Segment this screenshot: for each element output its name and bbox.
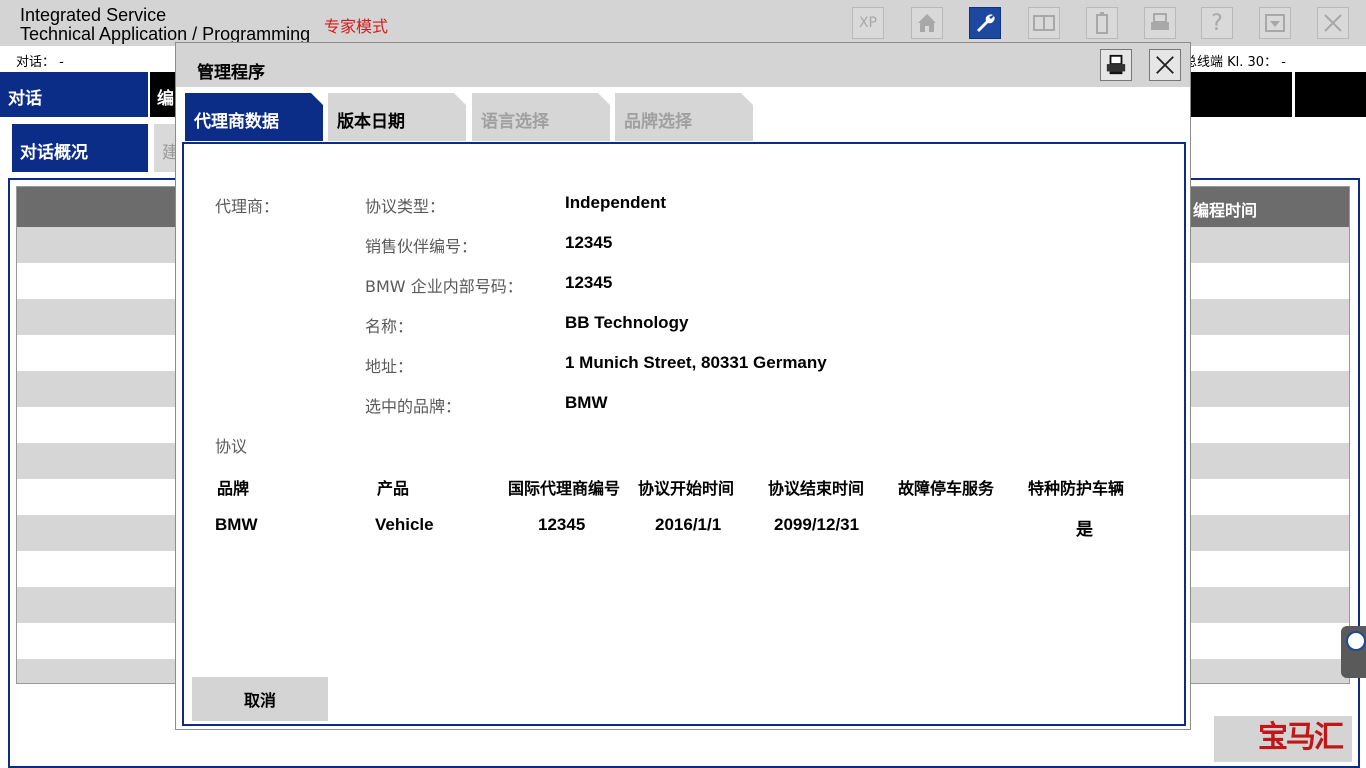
close-icon [1324, 14, 1342, 32]
table-header-breakdown-service: 故障停车服务 [898, 479, 995, 498]
main-tab-2-label: 编 [157, 89, 174, 109]
tab-brand-selection[interactable]: 品牌选择 [615, 93, 753, 141]
table-header-intl-dealer-number: 国际代理商编号 [508, 479, 621, 497]
tab-label: 语言选择 [481, 112, 549, 132]
bmw-internal-number-value: 12345 [565, 273, 613, 292]
field-label: 销售伙伴编号： [365, 237, 478, 256]
table-cell-brand: BMW [215, 515, 258, 534]
wrench-button[interactable] [969, 7, 1001, 39]
panel-button[interactable] [1028, 7, 1060, 39]
main-tab-label: 对话 [8, 89, 42, 109]
help-button[interactable]: ? [1201, 7, 1233, 39]
title-bar: Integrated Service Technical Application… [0, 0, 1366, 46]
grid-column-programming-time: 编程时间 [1193, 201, 1258, 220]
battery-icon [1096, 12, 1108, 34]
help-icon: ? [1211, 10, 1223, 36]
table-cell-product: Vehicle [375, 515, 434, 534]
dialog-status: 对话： - [16, 55, 64, 70]
address-value: 1 Munich Street, 80331 Germany [565, 353, 827, 372]
expert-mode-label: 专家模式 [324, 17, 389, 36]
dealer-data-panel: 代理商： 协议类型： Independent 销售伙伴编号： 12345 BMW… [182, 142, 1186, 726]
dialog-title: 管理程序 [197, 63, 265, 83]
xp-button[interactable]: XP [852, 7, 884, 39]
table-header-start-date: 协议开始时间 [638, 479, 735, 498]
field-label: 协议类型： [365, 197, 446, 216]
table-cell-intl-dealer-number: 12345 [538, 515, 586, 534]
watermark-logo: 宝马汇 [1258, 720, 1344, 755]
cancel-button[interactable]: 取消 [192, 677, 328, 721]
panel-icon [1033, 15, 1055, 31]
dealer-name-value: BB Technology [565, 313, 689, 332]
side-panel-handle[interactable] [1341, 626, 1366, 678]
battery-button[interactable] [1086, 7, 1118, 39]
home-icon [918, 14, 936, 32]
printer-icon [1151, 13, 1169, 30]
field-label: 名称： [365, 317, 414, 336]
field-label: 地址： [365, 357, 414, 376]
terminal-status: 总线端 Kl. 30： - [1184, 55, 1286, 70]
field-label: BMW 企业内部号码： [365, 277, 523, 296]
agreement-type-value: Independent [565, 193, 667, 212]
tab-version-date[interactable]: 版本日期 [328, 93, 466, 141]
dropdown-menu-icon [1265, 14, 1285, 32]
app-window: Integrated Service Technical Application… [0, 0, 1366, 768]
tab-label: 版本日期 [337, 112, 405, 132]
printer-icon [1106, 54, 1126, 75]
dialog-print-button[interactable] [1100, 49, 1132, 81]
table-header-special-protection: 特种防护车辆 [1028, 479, 1125, 498]
xp-label: XP [858, 15, 878, 31]
sales-partner-number-value: 12345 [565, 233, 613, 252]
main-tab-block-2[interactable] [1295, 72, 1366, 117]
close-icon [1156, 56, 1174, 74]
table-cell-end-date: 2099/12/31 [774, 515, 860, 534]
main-tab-dialog[interactable]: 对话 [0, 72, 148, 117]
table-cell-special-protection: 是 [1076, 520, 1093, 539]
table-header-brand: 品牌 [217, 479, 250, 498]
sub-tab-dialog-overview[interactable]: 对话概况 [12, 124, 148, 172]
wrench-icon [977, 14, 995, 32]
agreement-section-label: 协议 [215, 437, 248, 456]
dialog-close-button[interactable] [1149, 49, 1181, 81]
app-title-line1: Integrated Service [20, 5, 167, 25]
main-tab-block-1[interactable] [1190, 72, 1292, 117]
close-app-button[interactable] [1317, 7, 1349, 39]
table-header-product: 产品 [377, 479, 410, 498]
table-cell-start-date: 2016/1/1 [655, 515, 722, 534]
menu-button[interactable] [1259, 7, 1291, 39]
tab-label: 代理商数据 [194, 112, 279, 132]
dialog-header: 管理程序 [176, 43, 1190, 87]
selected-brand-value: BMW [565, 393, 608, 412]
tab-language-selection[interactable]: 语言选择 [472, 93, 610, 141]
tab-label: 品牌选择 [624, 112, 692, 132]
table-header-end-date: 协议结束时间 [768, 479, 865, 498]
field-label: 选中的品牌： [365, 397, 462, 416]
home-button[interactable] [911, 7, 943, 39]
manage-program-dialog: 管理程序 代理商数据 版本日期 语言选择 品牌选择 代理商： 协议类型： Ind… [175, 42, 1191, 730]
app-title: Integrated Service Technical Application… [20, 6, 310, 44]
tab-dealer-data[interactable]: 代理商数据 [185, 93, 323, 141]
sub-tab-label: 对话概况 [20, 143, 88, 163]
dealer-section-label: 代理商： [215, 197, 280, 216]
print-button[interactable] [1144, 7, 1176, 39]
